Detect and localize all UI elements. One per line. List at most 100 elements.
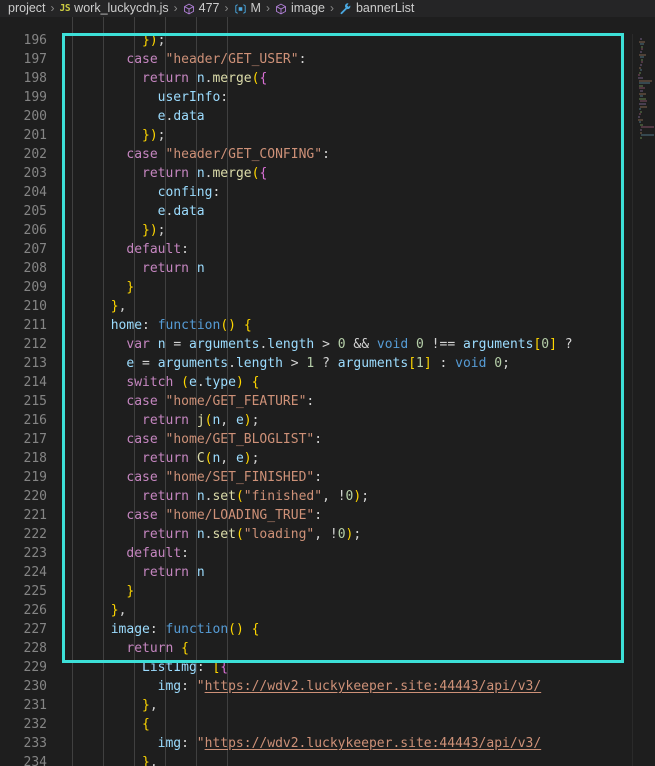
breadcrumb-label: bannerList [355,1,415,15]
code-line[interactable]: }); [142,221,165,240]
code-line[interactable]: return n.merge({ [142,164,267,183]
line-number: 225 [23,584,47,599]
module-cube-icon [183,3,195,15]
code-line[interactable]: e = arguments.length > 1 ? arguments[1] … [126,354,510,373]
line-number: 215 [23,394,47,409]
code-line[interactable]: return n.set("finished", !0); [142,487,369,506]
breadcrumb-item-m[interactable]: M [234,0,261,17]
code-line[interactable]: return C(n, e); [142,449,259,468]
code-line[interactable]: var n = arguments.length > 0 && void 0 !… [126,335,572,354]
code-line[interactable]: default: [126,544,189,563]
line-number: 223 [23,546,47,561]
line-number: 221 [23,508,47,523]
js-file-icon: JS [59,3,71,14]
breadcrumb-item-477[interactable]: 477 [183,0,220,17]
code-line[interactable]: case "home/GET_FEATURE": [126,392,314,411]
code-line[interactable]: case "home/LOADING_TRUE": [126,506,322,525]
line-number: 208 [23,261,47,276]
line-number: 210 [23,299,47,314]
minimap-line [639,136,642,139]
line-number: 234 [23,755,47,766]
module-cube-icon [275,3,287,15]
code-line[interactable]: img: "https://wdv2.luckykeeper.site:4444… [158,677,542,696]
line-number: 222 [23,527,47,542]
code-line[interactable]: return j(n, e); [142,411,259,430]
breadcrumb-label: M [250,1,261,15]
line-number-gutter: 196 197 198 199 200 201 202 203 204 205 206 207 208 2… [0,17,56,766]
breadcrumb-label: work_luckycdn.js [74,1,169,15]
line-number: 198 [23,71,47,86]
code-line[interactable]: switch (e.type) { [126,373,259,392]
line-number: 205 [23,204,47,219]
code-line[interactable]: case "home/SET_FINISHED": [126,468,322,487]
breadcrumb-item-file[interactable]: JS work_luckycdn.js [60,0,169,17]
code-line[interactable]: return n [142,259,205,278]
code-line[interactable]: userInfo: [158,88,228,107]
code-line[interactable]: { [142,715,150,734]
breadcrumb-label: image [290,1,325,15]
line-number: 207 [23,242,47,257]
code-line[interactable]: return n.set("loading", !0); [142,525,361,544]
line-number: 228 [23,641,47,656]
code-line[interactable]: confing: [158,183,221,202]
code-content[interactable]: }); case "header/GET_USER": return n.merge… [56,17,632,766]
code-line[interactable]: }); [142,31,165,50]
breadcrumb-label: project [8,1,46,15]
line-number: 211 [23,318,47,333]
code-line[interactable]: image: function() { [111,620,260,639]
code-line[interactable]: }, [142,753,158,766]
line-number: 226 [23,603,47,618]
breadcrumb-separator: › [329,1,334,15]
minimap[interactable] [632,34,655,766]
breadcrumb-item-bannerlist[interactable]: bannerList [339,0,414,17]
code-line[interactable]: case "header/GET_CONFING": [126,145,330,164]
breadcrumb-separator: › [265,1,270,15]
breadcrumb: project › JS work_luckycdn.js › 477 › M … [0,0,655,17]
minimap-line [640,134,655,137]
line-number: 206 [23,223,47,238]
code-line[interactable]: }, [142,696,158,715]
code-line[interactable]: } [126,278,134,297]
url-link[interactable]: https://wdv2.luckykeeper.site:44443/api/… [205,736,542,751]
breadcrumb-item-project[interactable]: project [8,0,46,17]
line-number: 229 [23,660,47,675]
line-number: 227 [23,622,47,637]
line-number: 218 [23,451,47,466]
line-number: 209 [23,280,47,295]
code-line[interactable]: } [126,582,134,601]
code-line[interactable]: return { [126,639,189,658]
code-line[interactable]: e.data [158,202,205,221]
line-number: 219 [23,470,47,485]
property-wrench-icon [339,2,352,15]
minimap-line [640,126,655,129]
code-line[interactable]: }); [142,126,165,145]
code-editor[interactable]: 196 197 198 199 200 201 202 203 204 205 206 207 208 2… [0,17,655,766]
line-number: 224 [23,565,47,580]
code-line[interactable]: return n [142,563,205,582]
code-line[interactable]: home: function() { [111,316,252,335]
code-line[interactable]: }, [111,297,127,316]
line-number: 212 [23,337,47,352]
line-number: 220 [23,489,47,504]
code-line[interactable]: ListImg: [{ [142,658,228,677]
line-number: 200 [23,109,47,124]
code-line[interactable]: img: "https://wdv2.luckykeeper.site:4444… [158,734,542,753]
line-number: 231 [23,698,47,713]
breadcrumb-separator: › [224,1,229,15]
line-number: 214 [23,375,47,390]
url-link[interactable]: https://wdv2.luckykeeper.site:44443/api/… [205,679,542,694]
line-number: 232 [23,717,47,732]
line-number: 230 [23,679,47,694]
line-number: 217 [23,432,47,447]
code-line[interactable]: case "header/GET_USER": [126,50,306,69]
line-number: 201 [23,128,47,143]
breadcrumb-separator: › [173,1,178,15]
namespace-icon [234,3,247,15]
code-line[interactable]: }, [111,601,127,620]
code-line[interactable]: default: [126,240,189,259]
line-number: 199 [23,90,47,105]
code-line[interactable]: e.data [158,107,205,126]
code-line[interactable]: case "home/GET_BLOGLIST": [126,430,322,449]
code-line[interactable]: return n.merge({ [142,69,267,88]
breadcrumb-item-image[interactable]: image [275,0,325,17]
